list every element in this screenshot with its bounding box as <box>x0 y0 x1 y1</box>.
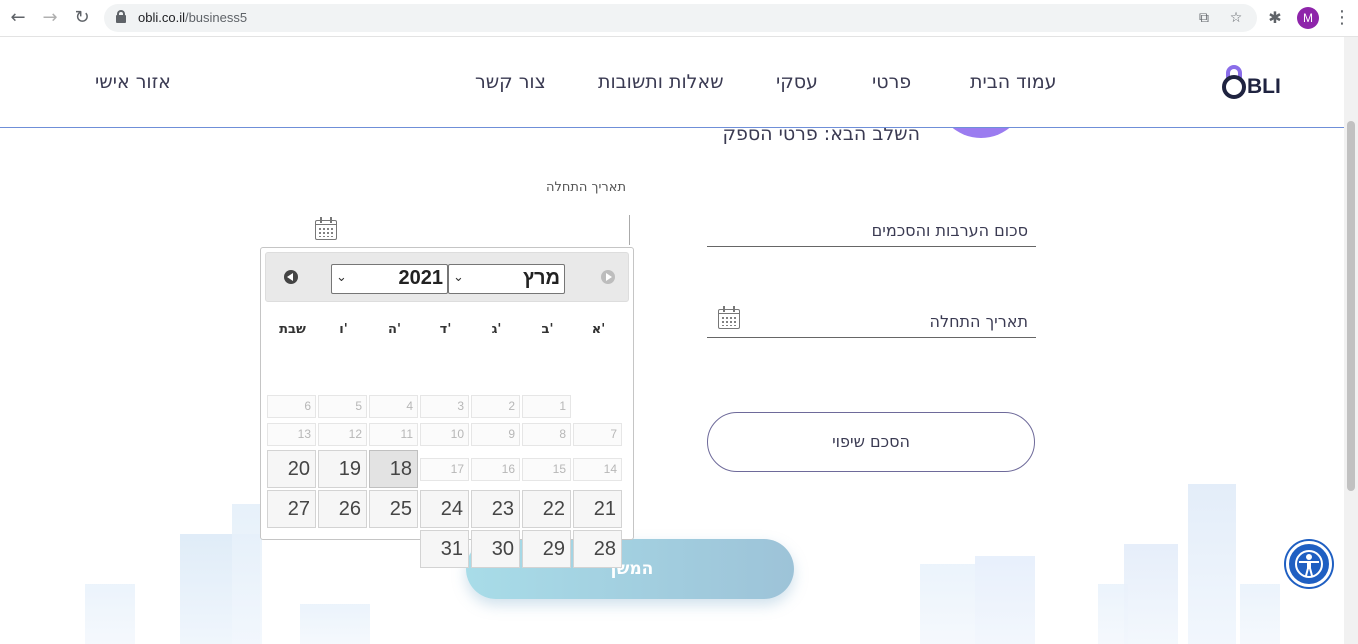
day-cell[interactable]: 21 <box>573 490 622 528</box>
obli-logo[interactable]: BLI <box>1222 61 1290 101</box>
day-cell-disabled: 12 <box>318 423 367 446</box>
nav-home[interactable]: עמוד הבית <box>970 71 1057 93</box>
day-cell[interactable]: 19 <box>318 450 367 488</box>
start-date-input-open[interactable] <box>262 215 630 245</box>
nav-faq[interactable]: שאלות ותשובות <box>598 71 724 93</box>
day-cell-disabled: 8 <box>522 423 571 446</box>
nav-private[interactable]: פרטי <box>872 71 911 93</box>
day-cell[interactable]: 22 <box>522 490 571 528</box>
day-cell-disabled: 5 <box>318 395 367 418</box>
year-select[interactable]: ⌄ 2021 <box>331 264 448 294</box>
site-header: BLI עמוד הבית פרטי עסקי שאלות ותשובות צו… <box>0 37 1344 128</box>
day-cell-disabled: 7 <box>573 423 622 446</box>
day-cell-disabled: 17 <box>420 458 469 481</box>
day-cell-disabled: 9 <box>471 423 520 446</box>
lock-icon <box>116 10 126 23</box>
chevron-down-icon: ⌄ <box>453 269 464 284</box>
day-cell[interactable]: 28 <box>573 530 622 568</box>
weekday-label: ב' <box>541 322 554 337</box>
start-date-label: תאריך התחלה <box>545 180 626 195</box>
month-select[interactable]: ⌄ מרץ <box>448 264 565 294</box>
back-icon[interactable]: ← <box>7 7 29 29</box>
weekday-label: ד' <box>439 322 452 337</box>
address-bar[interactable]: obli.co.il/business5 ⧉ ☆ <box>104 4 1257 32</box>
day-cell-disabled: 2 <box>471 395 520 418</box>
day-cell-disabled: 10 <box>420 423 469 446</box>
calendar-icon[interactable] <box>717 306 741 330</box>
guarantee-amount-field[interactable]: סכום הערבות והסכמים <box>707 215 1036 247</box>
weekday-label: ה' <box>388 322 401 337</box>
weekday-label: שבת <box>279 322 306 337</box>
day-cell-disabled: 13 <box>267 423 316 446</box>
day-cell[interactable]: 20 <box>267 450 316 488</box>
day-cell-disabled: 15 <box>522 458 571 481</box>
browser-toolbar: ← → ↻ obli.co.il/business5 ⧉ ☆ ✱ M ⋮ <box>0 0 1358 37</box>
weekday-label: ו' <box>339 322 348 337</box>
weekday-row: א' ב' ג' ד' ה' ו' שבת <box>265 322 629 342</box>
prev-month-icon[interactable] <box>284 270 298 284</box>
start-date-field[interactable]: תאריך התחלה <box>707 306 1036 338</box>
weekday-label: ג' <box>491 322 502 337</box>
translate-icon[interactable]: ⧉ <box>1196 10 1212 26</box>
day-cell[interactable]: 27 <box>267 490 316 528</box>
day-cell-disabled: 14 <box>573 458 622 481</box>
nav-business[interactable]: עסקי <box>776 71 818 93</box>
datepicker-header: ⌄ 2021 ⌄ מרץ <box>265 252 629 302</box>
nav-contact[interactable]: צור קשר <box>475 71 546 93</box>
forward-icon[interactable]: → <box>39 7 61 29</box>
day-cell[interactable]: 30 <box>471 530 520 568</box>
datepicker: ⌄ 2021 ⌄ מרץ א' ב' ג' ד' ה' ו' שבת 1 2 3 4 5 6 7 8 9 10… <box>260 247 634 568</box>
day-cell-disabled: 6 <box>267 395 316 418</box>
day-cell[interactable]: 29 <box>522 530 571 568</box>
day-cell-disabled: 1 <box>522 395 571 418</box>
calendar-icon[interactable] <box>314 217 338 241</box>
day-cell[interactable]: 31 <box>420 530 469 568</box>
page: BLI עמוד הבית פרטי עסקי שאלות ותשובות צו… <box>0 37 1344 644</box>
chevron-down-icon: ⌄ <box>336 269 347 284</box>
bookmark-star-icon[interactable]: ☆ <box>1228 10 1244 26</box>
url-text: obli.co.il/business5 <box>138 10 248 25</box>
day-cell[interactable]: 25 <box>369 490 418 528</box>
accessibility-icon[interactable] <box>1286 541 1332 587</box>
scrollbar-thumb[interactable] <box>1347 121 1355 491</box>
day-cell[interactable]: 18 <box>369 450 418 488</box>
extensions-icon[interactable]: ✱ <box>1265 8 1285 28</box>
more-menu-icon[interactable]: ⋮ <box>1333 8 1351 28</box>
day-cell[interactable]: 24 <box>420 490 469 528</box>
day-cell-disabled: 4 <box>369 395 418 418</box>
day-cell[interactable]: 26 <box>318 490 367 528</box>
reload-icon[interactable]: ↻ <box>71 7 93 29</box>
day-cell-disabled: 16 <box>471 458 520 481</box>
weekday-label: א' <box>591 322 606 337</box>
next-month-icon[interactable] <box>601 270 615 284</box>
profile-avatar[interactable]: M <box>1297 7 1319 29</box>
day-cell-disabled: 3 <box>420 395 469 418</box>
compensation-agreement-button[interactable]: הסכם שיפוי <box>707 412 1035 472</box>
day-cell[interactable]: 23 <box>471 490 520 528</box>
day-cell-disabled: 11 <box>369 423 418 446</box>
nav-personal-area[interactable]: אזור אישי <box>95 71 171 93</box>
scrollbar[interactable] <box>1344 37 1358 644</box>
